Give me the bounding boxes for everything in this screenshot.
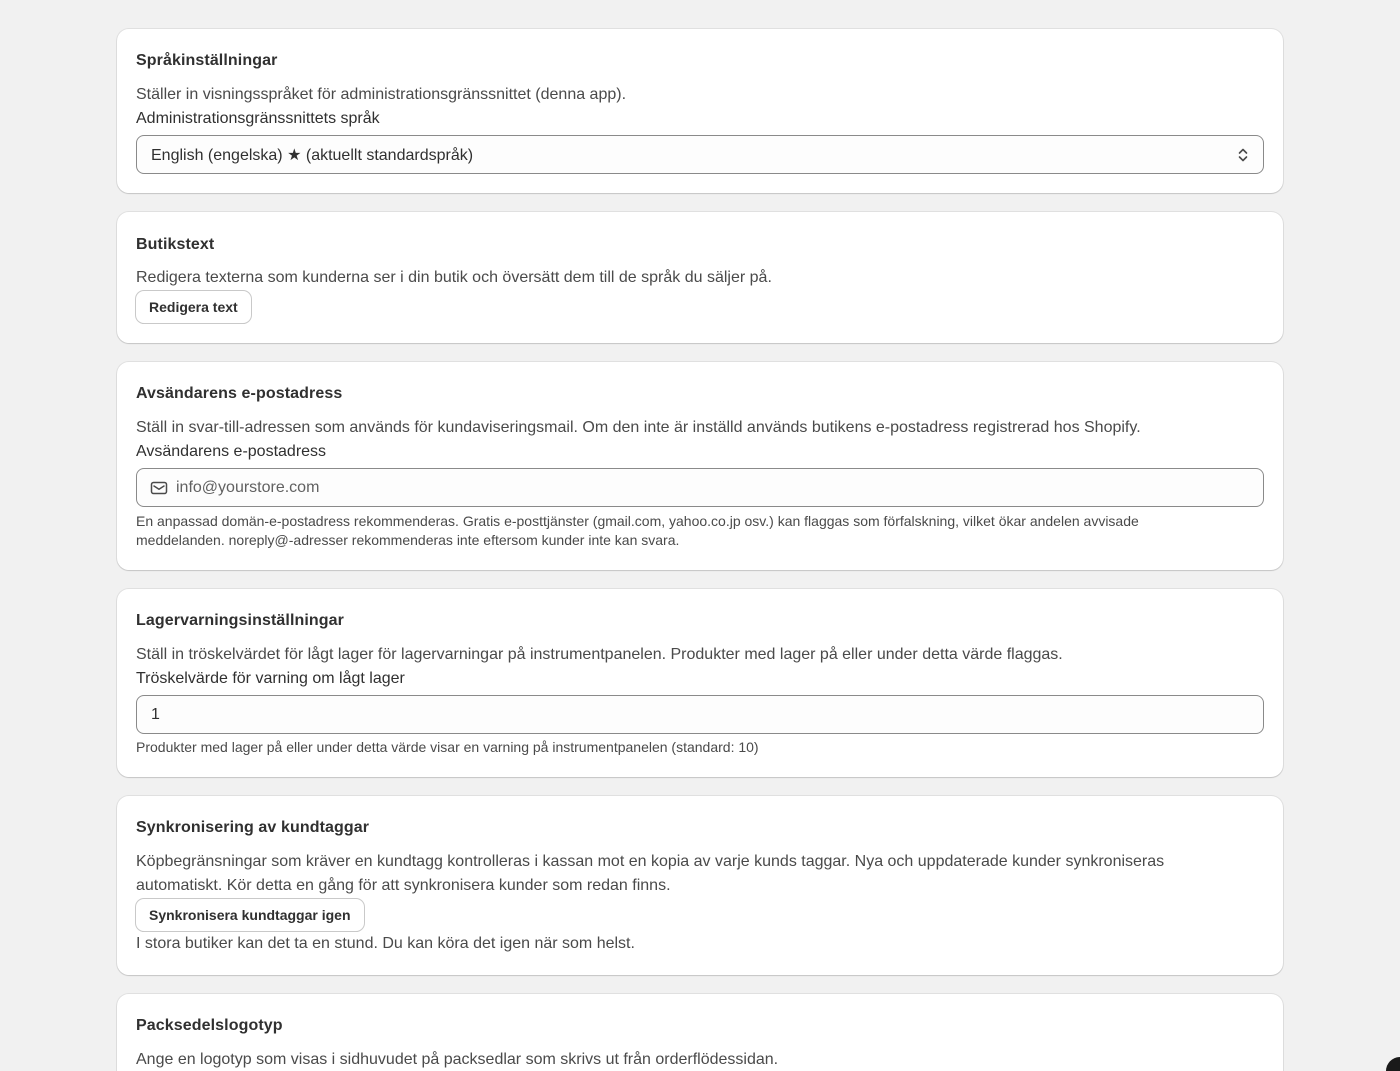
card-title: Avsändarens e-postadress [136,385,343,402]
note-text: I stora butiker kan det ta en stund. Du … [136,935,635,952]
admin-language-select[interactable]: English (engelska) ★ (aktuellt standards… [136,135,1264,174]
field-label: Avsändarens e-postadress [136,443,327,460]
card-description: Ställ in tröskelvärdet för lågt lager fö… [136,646,1063,663]
select-value: English (engelska) ★ (aktuellt standards… [151,146,474,164]
help-text-line1: En anpassad domän-e-postadress rekommend… [136,513,1139,529]
select-chevron-icon [1238,148,1248,161]
window-corner [1386,1057,1400,1071]
help-text: Produkter med lager på eller under detta… [136,739,759,755]
stock-alert-card: Lagervarningsinställningar Ställ in trös… [117,589,1283,777]
settings-page: Språkinställningar Ställer in visningssp… [0,0,1400,1071]
card-description-line2: automatiskt. Kör detta en gång för att s… [136,877,671,894]
card-title: Butikstext [136,236,215,253]
language-settings-card: Språkinställningar Ställer in visningssp… [117,29,1283,193]
card-title: Packsedelslogotyp [136,1017,283,1034]
store-text-card: Butikstext Redigera texterna som kundern… [117,212,1283,343]
card-description: Ställer in visningsspråket för administr… [136,86,627,103]
field-label: Tröskelvärde för varning om lågt lager [136,670,405,687]
card-description: Redigera texterna som kunderna ser i din… [136,269,772,286]
mail-icon [150,481,168,494]
resync-customer-tags-button[interactable]: Synkronisera kundtaggar igen [136,899,364,931]
sender-email-input[interactable]: info@yourstore.com [136,468,1264,507]
packing-slip-logo-card: Packsedelslogotyp Ange en logotyp som vi… [117,994,1283,1071]
card-description-line1: Köpbegränsningar som kräver en kundtagg … [136,853,1165,870]
help-text-line2: meddelanden. noreply@-adresser rekommend… [136,532,680,548]
low-stock-threshold-input[interactable]: 1 [136,695,1264,734]
edit-text-button[interactable]: Redigera text [136,291,251,323]
sender-email-card: Avsändarens e-postadress Ställ in svar-t… [117,362,1283,570]
card-title: Språkinställningar [136,52,278,69]
card-description: Ställ in svar-till-adressen som används … [136,419,1141,436]
card-title: Synkronisering av kundtaggar [136,819,370,836]
customer-tag-sync-card: Synkronisering av kundtaggar Köpbegränsn… [117,796,1283,975]
threshold-value: 1 [151,705,160,723]
field-label: Administrationsgränssnittets språk [136,110,380,127]
card-description: Ange en logotyp som visas i sidhuvudet p… [136,1051,779,1068]
email-placeholder: info@yourstore.com [176,478,320,496]
card-title: Lagervarningsinställningar [136,612,344,629]
